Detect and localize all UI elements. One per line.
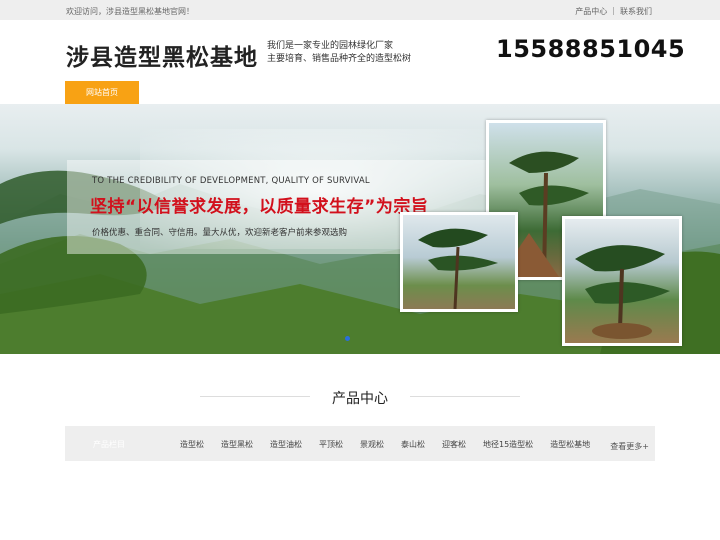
category-item[interactable]: 迎客松 [442, 439, 466, 450]
tagline-line-1: 我们是一家专业的园林绿化厂家 [267, 41, 394, 51]
hero-banner[interactable]: TO THE CREDIBILITY OF DEVELOPMENT, QUALI… [0, 104, 720, 354]
top-link-products[interactable]: 产品中心 [575, 6, 607, 17]
top-link-contact[interactable]: 联系我们 [620, 6, 652, 17]
top-links: 产品中心 | 联系我们 [575, 6, 652, 17]
banner-slogan: 坚持“以信誉求发展，以质量求生存”为宗旨 [90, 197, 429, 217]
category-item[interactable]: 景观松 [360, 439, 384, 450]
category-item[interactable]: 造型松基地 [550, 439, 590, 450]
site-logo[interactable]: 涉县造型黑松基地 [66, 38, 258, 72]
phone-number: 15588851045 [496, 35, 686, 63]
banner-photo-3 [562, 216, 682, 346]
section-divider-right [410, 396, 520, 397]
banner-photo-2 [400, 212, 518, 312]
banner-pagination [345, 336, 350, 341]
top-bar: 欢迎访问，涉县造型黑松基地官网！ 产品中心 | 联系我们 [0, 0, 720, 20]
banner-english-text: TO THE CREDIBILITY OF DEVELOPMENT, QUALI… [92, 176, 370, 186]
category-item[interactable]: 地径15造型松 [483, 439, 533, 450]
products-section-title: 产品中心 [332, 391, 388, 407]
top-link-separator: | [612, 6, 615, 15]
banner-subtitle: 价格优惠、重合同、守信用。量大从优，欢迎新老客户前来参观选购 [92, 228, 348, 238]
product-category-bar: 产品栏目 造型松 造型黑松 造型油松 平顶松 景观松 泰山松 迎客松 地径15造… [65, 426, 655, 461]
category-title: 产品栏目 [93, 440, 125, 449]
category-item[interactable]: 泰山松 [401, 439, 425, 450]
category-item[interactable]: 造型油松 [270, 439, 302, 450]
category-list: 造型松 造型黑松 造型油松 平顶松 景观松 泰山松 迎客松 地径15造型松 造型… [180, 439, 607, 450]
view-more-link[interactable]: 查看更多+ [610, 441, 649, 452]
category-item[interactable]: 造型黑松 [221, 439, 253, 450]
nav-home-button[interactable]: 网站首页 [65, 81, 139, 104]
tagline-line-2: 主要培育、销售品种齐全的造型松树 [267, 54, 412, 64]
welcome-text: 欢迎访问，涉县造型黑松基地官网！ [66, 7, 194, 16]
site-tagline: 我们是一家专业的园林绿化厂家 主要培育、销售品种齐全的造型松树 [267, 40, 411, 66]
banner-dot-1[interactable] [345, 336, 350, 341]
category-item[interactable]: 造型松 [180, 439, 204, 450]
category-item[interactable]: 平顶松 [319, 439, 343, 450]
